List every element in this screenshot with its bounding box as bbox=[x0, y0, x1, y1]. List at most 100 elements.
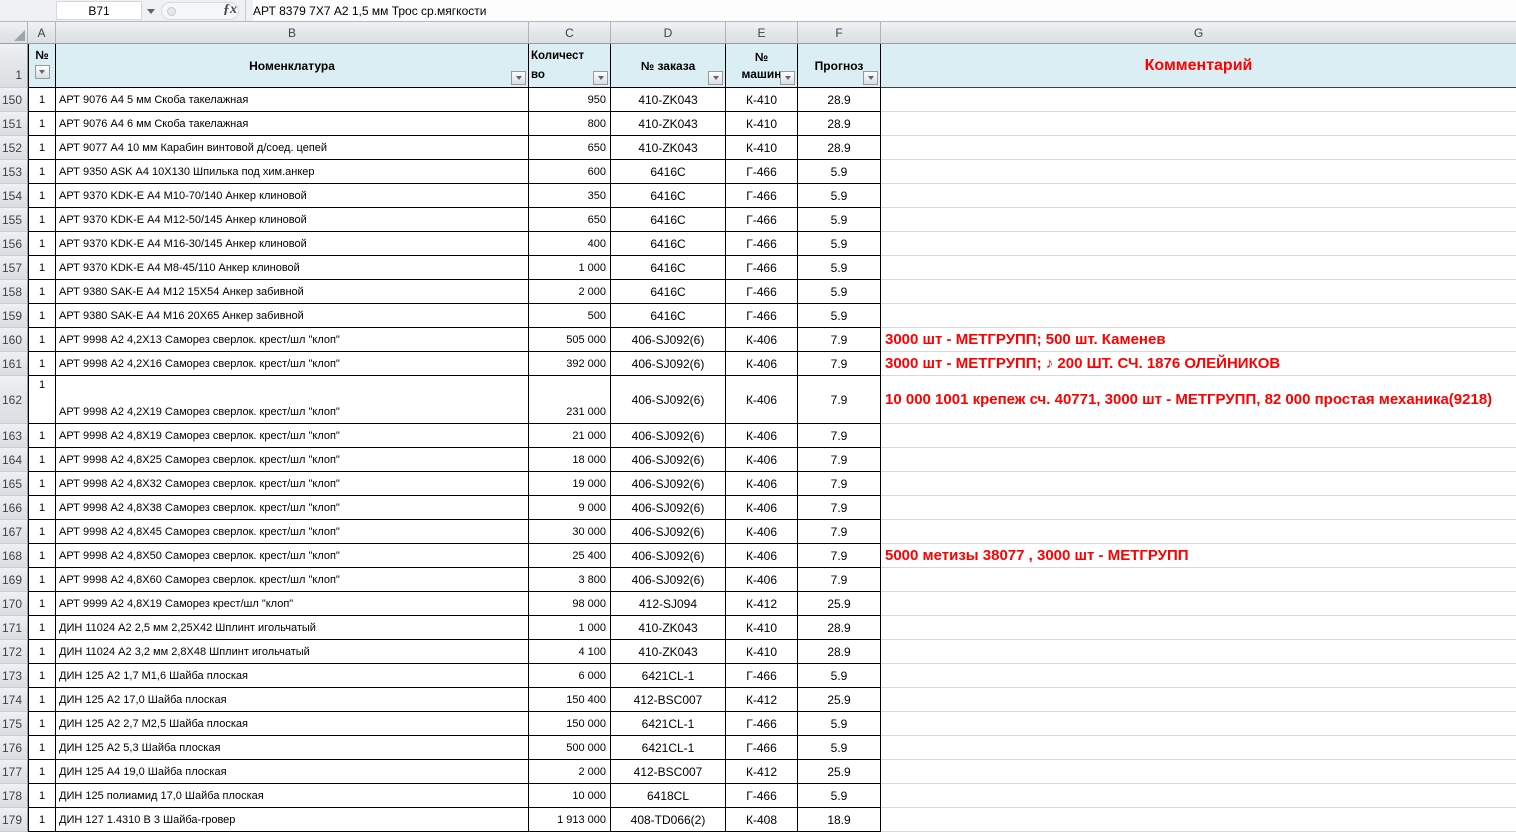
cell-B164[interactable]: АРТ 9998 А2 4,8Х25 Саморез сверлок. крес… bbox=[56, 448, 529, 472]
cell-C150[interactable]: 950 bbox=[529, 88, 611, 112]
cell-G158[interactable] bbox=[881, 280, 1516, 304]
cell-A162[interactable]: 1 bbox=[28, 376, 56, 424]
cell-B162[interactable]: АРТ 9998 А2 4,2Х19 Саморез сверлок. крес… bbox=[56, 376, 529, 424]
cell-C166[interactable]: 9 000 bbox=[529, 496, 611, 520]
row-header-175[interactable]: 175 bbox=[0, 712, 28, 736]
cell-C152[interactable]: 650 bbox=[529, 136, 611, 160]
cell-C179[interactable]: 1 913 000 bbox=[529, 808, 611, 832]
cell-C176[interactable]: 500 000 bbox=[529, 736, 611, 760]
cell-G172[interactable] bbox=[881, 640, 1516, 664]
cell-G167[interactable] bbox=[881, 520, 1516, 544]
cell-B178[interactable]: ДИН 125 полиамид 17,0 Шайба плоская bbox=[56, 784, 529, 808]
cell-C155[interactable]: 650 bbox=[529, 208, 611, 232]
cell-B165[interactable]: АРТ 9998 А2 4,8Х32 Саморез сверлок. крес… bbox=[56, 472, 529, 496]
cell-B166[interactable]: АРТ 9998 А2 4,8Х38 Саморез сверлок. крес… bbox=[56, 496, 529, 520]
cell-G151[interactable] bbox=[881, 112, 1516, 136]
cell-A160[interactable]: 1 bbox=[28, 328, 56, 352]
cell-A161[interactable]: 1 bbox=[28, 352, 56, 376]
cell-C175[interactable]: 150 000 bbox=[529, 712, 611, 736]
cell-D159[interactable]: 6416C bbox=[611, 304, 726, 328]
cell-E162[interactable]: К-406 bbox=[726, 376, 798, 424]
cell-G166[interactable] bbox=[881, 496, 1516, 520]
cell-D175[interactable]: 6421CL-1 bbox=[611, 712, 726, 736]
cell-C171[interactable]: 1 000 bbox=[529, 616, 611, 640]
cell-E165[interactable]: К-406 bbox=[726, 472, 798, 496]
cell-F170[interactable]: 25.9 bbox=[798, 592, 881, 616]
cell-D176[interactable]: 6421CL-1 bbox=[611, 736, 726, 760]
cell-F165[interactable]: 7.9 bbox=[798, 472, 881, 496]
cell-D172[interactable]: 410-ZK043 bbox=[611, 640, 726, 664]
column-header-E[interactable]: E bbox=[726, 22, 798, 43]
cell-D174[interactable]: 412-BSC007 bbox=[611, 688, 726, 712]
cell-B173[interactable]: ДИН 125 А2 1,7 М1,6 Шайба плоская bbox=[56, 664, 529, 688]
cell-E155[interactable]: Г-466 bbox=[726, 208, 798, 232]
cell-D170[interactable]: 412-SJ094 bbox=[611, 592, 726, 616]
cell-C163[interactable]: 21 000 bbox=[529, 424, 611, 448]
cell-G150[interactable] bbox=[881, 88, 1516, 112]
cell-E158[interactable]: Г-466 bbox=[726, 280, 798, 304]
cell-F150[interactable]: 28.9 bbox=[798, 88, 881, 112]
cell-G159[interactable] bbox=[881, 304, 1516, 328]
cell-C168[interactable]: 25 400 bbox=[529, 544, 611, 568]
cell-E151[interactable]: К-410 bbox=[726, 112, 798, 136]
cell-A155[interactable]: 1 bbox=[28, 208, 56, 232]
cell-A178[interactable]: 1 bbox=[28, 784, 56, 808]
cell-B167[interactable]: АРТ 9998 А2 4,8Х45 Саморез сверлок. крес… bbox=[56, 520, 529, 544]
cell-F169[interactable]: 7.9 bbox=[798, 568, 881, 592]
row-header-173[interactable]: 173 bbox=[0, 664, 28, 688]
cell-B172[interactable]: ДИН 11024 А2 3,2 мм 2,8Х48 Шплинт игольч… bbox=[56, 640, 529, 664]
cell-E152[interactable]: К-410 bbox=[726, 136, 798, 160]
header-cell-nomenclature[interactable]: Номенклатура bbox=[56, 44, 529, 88]
row-header-158[interactable]: 158 bbox=[0, 280, 28, 304]
cell-G155[interactable] bbox=[881, 208, 1516, 232]
cell-F161[interactable]: 7.9 bbox=[798, 352, 881, 376]
row-header-161[interactable]: 161 bbox=[0, 352, 28, 376]
cell-G165[interactable] bbox=[881, 472, 1516, 496]
cell-E167[interactable]: К-406 bbox=[726, 520, 798, 544]
header-cell-quantity[interactable]: Количест во bbox=[529, 44, 611, 88]
cell-F159[interactable]: 5.9 bbox=[798, 304, 881, 328]
cell-D173[interactable]: 6421CL-1 bbox=[611, 664, 726, 688]
cell-E172[interactable]: К-410 bbox=[726, 640, 798, 664]
row-header-159[interactable]: 159 bbox=[0, 304, 28, 328]
cell-G157[interactable] bbox=[881, 256, 1516, 280]
cell-E150[interactable]: К-410 bbox=[726, 88, 798, 112]
cell-A179[interactable]: 1 bbox=[28, 808, 56, 832]
row-header-151[interactable]: 151 bbox=[0, 112, 28, 136]
cell-G156[interactable] bbox=[881, 232, 1516, 256]
cell-B168[interactable]: АРТ 9998 А2 4,8Х50 Саморез сверлок. крес… bbox=[56, 544, 529, 568]
row-header-168[interactable]: 168 bbox=[0, 544, 28, 568]
cell-G154[interactable] bbox=[881, 184, 1516, 208]
filter-button-order-no[interactable] bbox=[708, 71, 723, 85]
cell-D169[interactable]: 406-SJ092(6) bbox=[611, 568, 726, 592]
name-box[interactable]: B71 bbox=[56, 1, 142, 20]
cell-B176[interactable]: ДИН 125 А2 5,3 Шайба плоская bbox=[56, 736, 529, 760]
cell-F171[interactable]: 28.9 bbox=[798, 616, 881, 640]
header-cell-no[interactable]: № bbox=[28, 44, 56, 88]
cell-F158[interactable]: 5.9 bbox=[798, 280, 881, 304]
cell-A151[interactable]: 1 bbox=[28, 112, 56, 136]
cell-C159[interactable]: 500 bbox=[529, 304, 611, 328]
cell-A166[interactable]: 1 bbox=[28, 496, 56, 520]
cell-G152[interactable] bbox=[881, 136, 1516, 160]
cell-A152[interactable]: 1 bbox=[28, 136, 56, 160]
cell-B155[interactable]: АРТ 9370 KDK-E А4 М12-50/145 Анкер клино… bbox=[56, 208, 529, 232]
cell-G171[interactable] bbox=[881, 616, 1516, 640]
cell-C165[interactable]: 19 000 bbox=[529, 472, 611, 496]
cell-A173[interactable]: 1 bbox=[28, 664, 56, 688]
cell-F157[interactable]: 5.9 bbox=[798, 256, 881, 280]
row-header-156[interactable]: 156 bbox=[0, 232, 28, 256]
cell-A159[interactable]: 1 bbox=[28, 304, 56, 328]
cell-C156[interactable]: 400 bbox=[529, 232, 611, 256]
cell-B154[interactable]: АРТ 9370 KDK-E А4 М10-70/140 Анкер клино… bbox=[56, 184, 529, 208]
cell-G176[interactable] bbox=[881, 736, 1516, 760]
row-header-177[interactable]: 177 bbox=[0, 760, 28, 784]
cell-D154[interactable]: 6416C bbox=[611, 184, 726, 208]
cell-E173[interactable]: Г-466 bbox=[726, 664, 798, 688]
cell-A169[interactable]: 1 bbox=[28, 568, 56, 592]
cell-C157[interactable]: 1 000 bbox=[529, 256, 611, 280]
cell-D178[interactable]: 6418CL bbox=[611, 784, 726, 808]
cell-D160[interactable]: 406-SJ092(6) bbox=[611, 328, 726, 352]
filter-button-forecast[interactable] bbox=[863, 71, 878, 85]
cell-A175[interactable]: 1 bbox=[28, 712, 56, 736]
